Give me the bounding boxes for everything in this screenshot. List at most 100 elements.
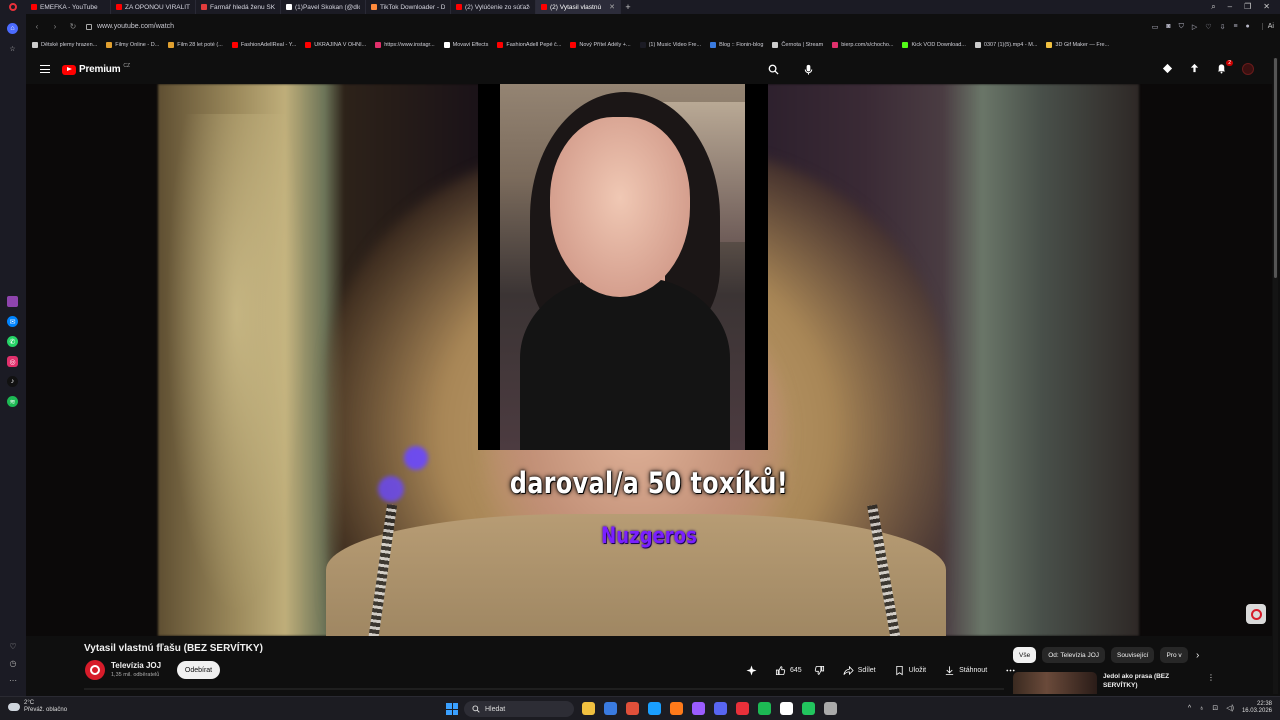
taskbar-app-icon[interactable] — [736, 702, 749, 715]
share-button[interactable]: Sdílet — [837, 661, 882, 679]
play-icon[interactable]: ▷ — [1192, 23, 1197, 31]
weather-widget[interactable]: 2°C Převáž. oblačno — [8, 700, 67, 714]
taskbar-app-icon[interactable] — [780, 702, 793, 715]
bookmark-item[interactable]: Kick VOD Download... — [902, 42, 966, 48]
url-field[interactable]: www.youtube.com/watch — [86, 23, 1144, 30]
volume-icon[interactable]: ◁) — [1226, 704, 1234, 712]
bookmark-item[interactable]: bierp.com/s/chocho... — [832, 42, 893, 48]
download-button[interactable]: Stáhnout — [938, 661, 993, 679]
ai-button[interactable]: Ai — [1261, 23, 1274, 30]
mic-icon[interactable] — [802, 63, 815, 76]
back-button[interactable]: ‹ — [32, 22, 42, 31]
opera-logo-icon[interactable] — [0, 0, 26, 14]
bookmark-item[interactable]: Nový Přítel Adély +... — [570, 42, 631, 48]
related-video-thumbnail[interactable] — [1013, 672, 1097, 694]
browser-tab[interactable]: ZA OPONOU VIRALITY: M — [111, 0, 196, 14]
taskbar-app-icon[interactable] — [714, 702, 727, 715]
related-video-item[interactable]: Jedol ako prasa (BEZ SERVÍTKY) — [1013, 672, 1223, 694]
tray-chevron-icon[interactable]: ^ — [1188, 705, 1191, 712]
taskbar-app-icon[interactable] — [692, 702, 705, 715]
menu-icon[interactable]: ≡ — [1233, 23, 1237, 31]
bookmark-item[interactable]: Dětské plemy hrazen... — [32, 42, 97, 48]
bookmark-item[interactable]: Filmy Online - D... — [106, 42, 159, 48]
reload-button[interactable]: ↻ — [68, 22, 78, 31]
browser-tab[interactable]: (2) Vylúčenie zo súťaže (li — [451, 0, 536, 14]
browser-tab[interactable]: EMEFKA - YouTube — [26, 0, 111, 14]
chevron-right-icon[interactable]: › — [1196, 650, 1199, 661]
taskbar-app-icon[interactable] — [626, 702, 639, 715]
browser-tab[interactable]: (2) Vytasil vlastnú ✕ — [536, 0, 621, 14]
sparkle-button[interactable] — [740, 661, 763, 679]
video-player[interactable]: daroval/a 50 toxíků! Nuzgeros — [26, 84, 1272, 636]
taskbar-app-icon[interactable] — [824, 702, 837, 715]
taskbar-search[interactable]: Hledat — [464, 701, 574, 717]
filter-chip[interactable]: Související — [1111, 647, 1155, 663]
channel-avatar[interactable] — [85, 660, 105, 680]
windows-start-icon[interactable] — [446, 703, 458, 715]
search-icon[interactable] — [768, 64, 779, 75]
browser-tab[interactable]: Farmář hledá ženu SK - e — [196, 0, 281, 14]
taskbar-app-icon[interactable] — [582, 702, 595, 715]
dislike-button[interactable] — [808, 661, 831, 679]
page-scrollbar[interactable] — [1273, 58, 1278, 694]
subscribe-button[interactable]: Odebírat — [177, 661, 220, 679]
like-button[interactable]: 645 — [769, 661, 808, 679]
bookmark-item[interactable]: FashionAdell Pepé č... — [497, 42, 561, 48]
download-icon[interactable]: ⇩ — [1220, 23, 1226, 31]
bookmark-item[interactable]: https://www.instagr... — [375, 42, 435, 48]
account-avatar[interactable] — [1242, 62, 1254, 75]
bookmark-item[interactable]: FashionAdellReal - Y... — [231, 42, 296, 48]
save-button[interactable]: Uložit — [888, 661, 933, 679]
bookmark-item[interactable]: Film 28 let poté (... — [168, 42, 223, 48]
filter-chip[interactable]: Od: Televízia JOJ — [1042, 647, 1106, 663]
bookmark-item[interactable]: 0307 (1)(5).mp4 - M... — [974, 42, 1037, 48]
bookmark-star-icon[interactable]: ☆ — [7, 43, 18, 54]
taskbar-app-icon[interactable] — [648, 702, 661, 715]
new-tab-button[interactable]: + — [621, 2, 635, 12]
bookmark-item[interactable]: 3D Gif Maker — Fre... — [1046, 42, 1109, 48]
home-icon[interactable]: ⌂ — [7, 23, 18, 34]
related-video-title[interactable]: Jedol ako prasa (BEZ SERVÍTKY) — [1103, 672, 1203, 694]
filter-chip[interactable]: Vše — [1013, 647, 1037, 663]
forward-button[interactable]: › — [50, 22, 60, 31]
heart-icon[interactable]: ♡ — [1205, 23, 1211, 31]
tiktok-icon[interactable]: ♪ — [7, 376, 18, 387]
mic-tray-icon[interactable]: ♁ — [1199, 705, 1204, 712]
heart-icon[interactable]: ♡ — [6, 642, 20, 651]
scrollbar-thumb[interactable] — [1274, 58, 1277, 278]
upload-icon[interactable] — [1188, 62, 1201, 75]
close-tab-icon[interactable]: ✕ — [609, 3, 615, 11]
bookmark-item[interactable]: UKRAJINA V OHNI... — [305, 42, 366, 48]
taskbar-app-icon[interactable] — [670, 702, 683, 715]
taskbar-app-icon[interactable] — [604, 702, 617, 715]
related-more-icon[interactable]: ⋮ — [1207, 673, 1215, 682]
history-icon[interactable]: ◷ — [6, 659, 20, 668]
aria-icon[interactable] — [7, 296, 18, 307]
guide-menu-icon[interactable] — [40, 65, 50, 73]
browser-tab[interactable]: (1)Pavel Skokan (@dlouh — [281, 0, 366, 14]
maximize-button[interactable]: ❐ — [1244, 2, 1251, 12]
more-icon[interactable]: ⋯ — [6, 676, 20, 685]
minimize-button[interactable]: – — [1228, 2, 1232, 12]
shield-icon[interactable]: ⛉ — [1179, 23, 1184, 31]
tab-search-icon[interactable]: ⌕ — [1211, 2, 1215, 12]
browser-tab[interactable]: TikTok Downloader - Dov — [366, 0, 451, 14]
profile-icon[interactable]: ● — [1246, 23, 1250, 31]
taskbar-app-icon[interactable] — [802, 702, 815, 715]
close-window-button[interactable]: ✕ — [1263, 2, 1270, 12]
whatsapp-icon[interactable]: ✆ — [7, 336, 18, 347]
gift-icon[interactable] — [1161, 62, 1174, 75]
bookmark-item[interactable]: Černota | Stream — [772, 42, 823, 48]
instagram-icon[interactable]: ◎ — [7, 356, 18, 367]
bookmark-item[interactable]: Movavi Effects — [443, 42, 488, 48]
taskbar-app-icon[interactable] — [758, 702, 771, 715]
spotify-icon[interactable]: ≋ — [7, 396, 18, 407]
bookmark-item[interactable]: Blog :: Fionin-blog — [710, 42, 763, 48]
channel-name[interactable]: Televízia JOJ — [111, 661, 161, 670]
bookmark-item[interactable]: (1) Music Video Fre... — [639, 42, 701, 48]
filter-chip[interactable]: Pro v — [1160, 647, 1188, 663]
youtube-logo[interactable]: Premium CZ — [62, 63, 130, 75]
translate-icon[interactable]: ▭ — [1152, 23, 1159, 31]
network-icon[interactable]: ⊡ — [1212, 704, 1218, 712]
messenger-icon[interactable]: ✉ — [7, 316, 18, 327]
